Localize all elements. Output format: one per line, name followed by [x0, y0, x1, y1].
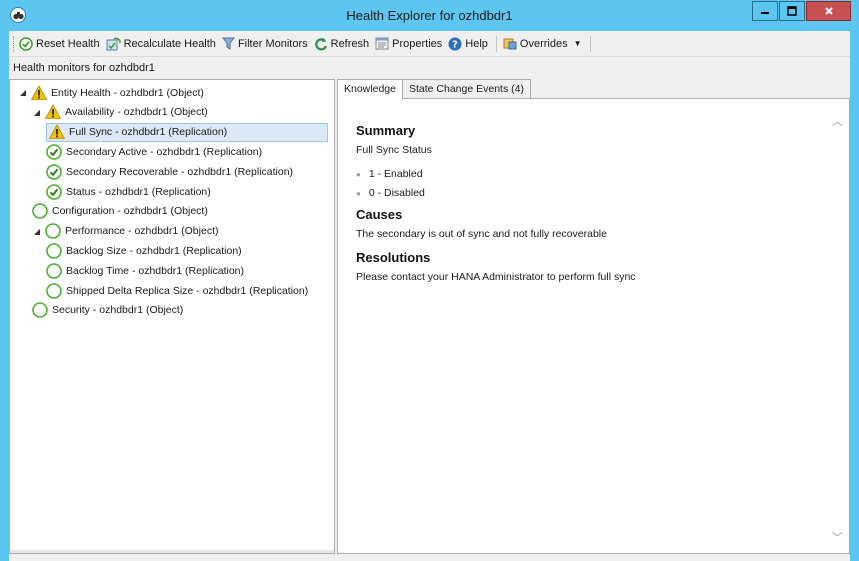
toolbar-separator [589, 35, 591, 52]
window-title: Health Explorer for ozhdbdr1 [346, 8, 513, 23]
knowledge-content: ︿ Summary Full Sync Status ● 1 - Enabled … [337, 98, 850, 554]
summary-item-text: 0 - Disabled [368, 187, 425, 199]
overrides-dropdown[interactable]: Overrides ▼ [503, 37, 582, 50]
summary-heading: Summary [356, 123, 416, 138]
tree-item[interactable]: ◢ Entity Health - ozhdbdr1 (Object) [18, 83, 204, 102]
tree-item[interactable]: Secondary Active - ozhdbdr1 (Replication… [46, 142, 262, 161]
svg-text:?: ? [452, 39, 458, 50]
tree-item-label: Availability - ozhdbdr1 (Object) [65, 106, 208, 119]
unmonitored-circle-icon [46, 243, 62, 259]
tree-item[interactable]: Security - ozhdbdr1 (Object) [32, 301, 183, 320]
tree-item[interactable]: Status - ozhdbdr1 (Replication) [46, 182, 211, 201]
tree-item[interactable]: ◢ Performance - ozhdbdr1 (Object) [32, 222, 218, 241]
tree-item[interactable]: Backlog Time - ozhdbdr1 (Replication) [46, 261, 244, 280]
details-pane: Knowledge State Change Events (4) ︿ Summ… [337, 79, 850, 554]
tree-item-label: Backlog Size - ozhdbdr1 (Replication) [66, 244, 242, 257]
unmonitored-circle-icon [46, 262, 62, 279]
unmonitored-circle-icon [32, 302, 48, 319]
reset-health-button[interactable]: Reset Health [19, 36, 100, 51]
expand-collapse-icon[interactable]: ◢ [18, 88, 28, 98]
resolutions-text: Please contact your HANA Administrator t… [356, 271, 636, 283]
help-button[interactable]: ? Help [448, 37, 488, 51]
tree-item[interactable]: Full Sync - ozhdbdr1 (Replication) [46, 122, 328, 142]
summary-text: Full Sync Status [356, 144, 432, 156]
summary-item-text: 1 - Enabled [368, 168, 423, 180]
resolutions-heading: Resolutions [356, 250, 431, 265]
tree-item-label: Backlog Time - ozhdbdr1 (Replication) [66, 264, 244, 277]
recalculate-health-icon [106, 37, 121, 50]
health-monitors-header: Health monitors for ozhdbdr1 [9, 57, 850, 79]
recalculate-health-button[interactable]: Recalculate Health [106, 37, 216, 51]
tree-item-label: Secondary Active - ozhdbdr1 (Replication… [66, 145, 263, 158]
filter-icon [221, 37, 235, 50]
tree-item-label: Performance - ozhdbdr1 (Object) [65, 225, 219, 238]
tree-item[interactable]: Backlog Size - ozhdbdr1 (Replication) [46, 241, 242, 260]
refresh-button[interactable]: Refresh [314, 37, 370, 51]
tree-item-label: Shipped Delta Replica Size - ozhdbdr1 (R… [66, 284, 309, 297]
status-strip [9, 554, 850, 561]
tree-item[interactable]: Configuration - ozhdbdr1 (Object) [32, 202, 208, 221]
close-button[interactable] [806, 1, 851, 21]
healthy-check-icon [46, 144, 62, 160]
causes-text: The secondary is out of sync and not ful… [356, 228, 607, 240]
unmonitored-circle-icon [32, 203, 48, 220]
overrides-label: Overrides [519, 37, 568, 50]
bullet-icon: ● [356, 188, 361, 198]
bullet-icon: ● [356, 169, 361, 179]
tab-knowledge[interactable]: Knowledge [337, 79, 403, 99]
unmonitored-circle-icon [46, 282, 62, 299]
tree-item[interactable]: ◢ Availability - ozhdbdr1 (Object) [32, 103, 208, 122]
refresh-icon [314, 37, 327, 50]
tree-item-label: Status - ozhdbdr1 (Replication) [66, 185, 211, 198]
tree-item-label: Secondary Recoverable - ozhdbdr1 (Replic… [66, 165, 294, 178]
warning-icon [45, 104, 61, 120]
overrides-icon [503, 38, 517, 50]
scroll-down-icon[interactable]: ﹀ [832, 529, 843, 545]
toolbar: Reset Health Recalculate Health Filter M… [9, 31, 850, 57]
tree-item-label: Security - ozhdbdr1 (Object) [52, 304, 184, 317]
expand-collapse-icon[interactable]: ◢ [32, 107, 42, 117]
properties-icon [375, 37, 389, 50]
unmonitored-circle-icon [45, 223, 61, 239]
tree-item-label: Configuration - ozhdbdr1 (Object) [52, 205, 208, 218]
healthy-check-icon [46, 183, 62, 200]
filter-monitors-button[interactable]: Filter Monitors [221, 37, 308, 50]
help-icon: ? [448, 37, 462, 50]
tree-item[interactable]: Secondary Recoverable - ozhdbdr1 (Replic… [46, 162, 293, 181]
expand-collapse-icon[interactable]: ◢ [32, 226, 42, 236]
reset-health-label: Reset Health [36, 37, 100, 50]
maximize-icon [787, 6, 797, 16]
details-tabs: Knowledge State Change Events (4) [337, 79, 531, 99]
maximize-button[interactable] [779, 1, 805, 21]
minimize-button[interactable] [752, 1, 778, 21]
tree-item-label: Full Sync - ozhdbdr1 (Replication) [69, 126, 228, 139]
refresh-label: Refresh [330, 37, 370, 50]
warning-icon [31, 84, 47, 100]
help-label: Help [465, 37, 488, 50]
summary-list: ● 1 - Enabled ● 0 - Disabled [356, 168, 816, 199]
tree-item[interactable]: Shipped Delta Replica Size - ozhdbdr1 (R… [46, 281, 308, 300]
causes-heading: Causes [356, 207, 403, 222]
healthy-check-icon [46, 163, 62, 180]
toolbar-separator [495, 35, 497, 52]
properties-button[interactable]: Properties [375, 37, 442, 50]
scroll-up-icon[interactable]: ︿ [832, 113, 843, 129]
reset-health-icon [19, 36, 33, 51]
horizontal-scrollbar[interactable] [10, 550, 334, 553]
list-item: ● 0 - Disabled [356, 187, 816, 199]
title-bar[interactable]: Health Explorer for ozhdbdr1 [0, 0, 859, 31]
tree-item-label: Entity Health - ozhdbdr1 (Object) [51, 86, 204, 99]
filter-monitors-label: Filter Monitors [237, 37, 308, 50]
chevron-down-icon: ▼ [573, 39, 582, 48]
tab-state-change-events[interactable]: State Change Events (4) [401, 79, 531, 98]
recalculate-health-label: Recalculate Health [123, 37, 216, 50]
toolbar-grip[interactable] [13, 35, 16, 52]
properties-label: Properties [392, 37, 443, 50]
health-monitor-tree[interactable]: ◢ Entity Health - ozhdbdr1 (Object) ◢ Avail… [9, 79, 335, 554]
list-item: ● 1 - Enabled [356, 168, 816, 180]
close-icon [824, 7, 833, 15]
health-explorer-window: Health Explorer for ozhdbdr1 Reset Healt… [0, 0, 859, 561]
warning-icon [49, 124, 65, 139]
minimize-icon [761, 12, 769, 14]
